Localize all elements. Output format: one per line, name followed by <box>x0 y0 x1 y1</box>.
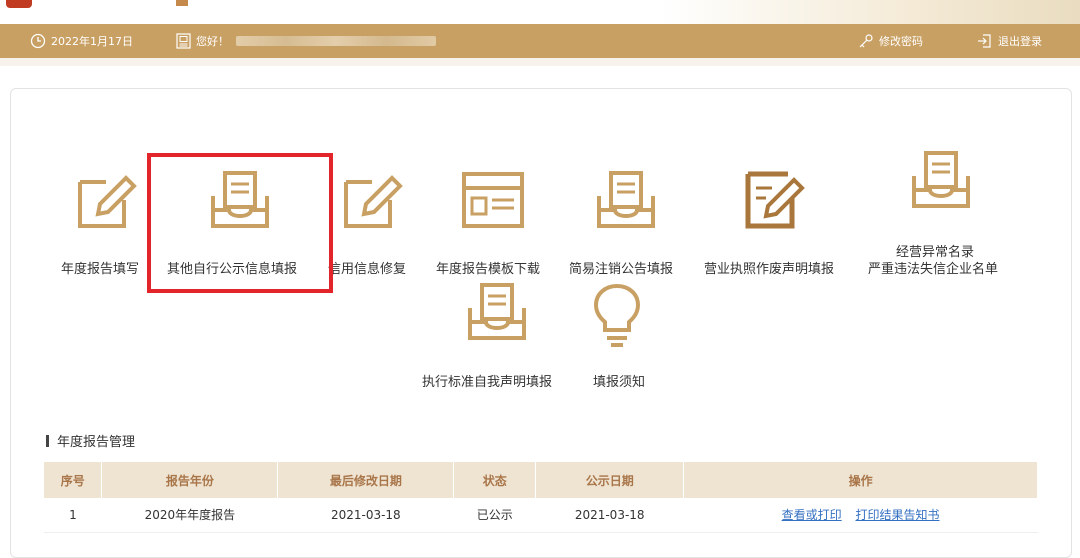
top-info-bar: 2022年1月17日 您好！ 修改密码 退出登录 <box>0 24 1080 58</box>
user-greeting: 您好！ <box>176 24 436 58</box>
logout-label: 退出登录 <box>998 35 1042 48</box>
tile-standard-self-declaration[interactable]: 执行标准自我声明填报 <box>420 282 575 392</box>
logout-link[interactable]: 退出登录 <box>976 24 1042 58</box>
date-display: 2022年1月17日 <box>30 24 133 58</box>
cell-actions: 查看或打印 打印结果告知书 <box>683 498 1038 533</box>
column-header: 最后修改日期 <box>277 462 455 498</box>
change-password-label: 修改密码 <box>879 35 923 48</box>
tile-template-download[interactable]: 年度报告模板下载 <box>432 170 557 277</box>
redacted-username <box>236 36 436 46</box>
tile-abnormal-list[interactable]: 经营异常名录 严重违法失信企业名单 <box>862 150 1032 280</box>
column-header: 操作 <box>683 462 1038 498</box>
id-card-icon <box>176 33 191 49</box>
section-title-text: 年度报告管理 <box>57 435 136 450</box>
edit-icon <box>344 175 403 228</box>
tile-label: 营业执照作废声明填报 <box>704 262 835 277</box>
clock-icon <box>30 33 46 49</box>
document-edit-icon <box>745 171 805 229</box>
highlight-box <box>147 153 333 293</box>
table-row: 1 2020年年度报告 2021-03-18 已公示 2021-03-18 查看… <box>44 498 1038 533</box>
cell-year: 2020年年度报告 <box>101 498 278 533</box>
inbox-icon <box>912 151 970 208</box>
banner-decoration <box>660 0 1080 24</box>
tile-label: 执行标准自我声明填报 <box>422 375 553 390</box>
tile-label: 简易注销公告填报 <box>569 262 674 277</box>
column-header: 序号 <box>44 462 103 498</box>
tile-label: 年度报告填写 <box>61 262 140 277</box>
section-marker <box>46 434 49 447</box>
tile-label: 填报须知 <box>593 375 646 390</box>
tile-simple-deregistration[interactable]: 简易注销公告填报 <box>565 170 690 277</box>
logo-fragment-2 <box>176 0 188 6</box>
greeting-text: 您好！ <box>196 35 229 48</box>
table-header-row: 序号 报告年份 最后修改日期 状态 公示日期 操作 <box>44 462 1038 498</box>
change-password-link[interactable]: 修改密码 <box>858 24 923 58</box>
view-print-link[interactable]: 查看或打印 <box>782 508 842 522</box>
column-header: 报告年份 <box>101 462 279 498</box>
logout-icon <box>978 34 991 48</box>
tile-license-void-statement[interactable]: 营业执照作废声明填报 <box>700 170 855 277</box>
print-result-notice-link[interactable]: 打印结果告知书 <box>855 508 939 522</box>
key-icon <box>859 34 873 48</box>
cell-status: 已公示 <box>453 498 536 533</box>
tile-filing-notice[interactable]: 填报须知 <box>585 282 665 392</box>
topbar-shadow <box>0 58 1080 66</box>
tile-credit-repair[interactable]: 信用信息修复 <box>322 170 432 277</box>
tile-label-line2: 严重违法失信企业名单 <box>868 262 999 277</box>
tile-label: 信用信息修复 <box>328 262 407 277</box>
annual-report-table: 序号 报告年份 最后修改日期 状态 公示日期 操作 1 2020年年度报告 20… <box>44 462 1038 533</box>
cell-no: 1 <box>44 498 102 533</box>
inbox-icon <box>597 171 655 228</box>
section-title: 年度报告管理 <box>46 431 135 450</box>
tile-label: 年度报告模板下载 <box>436 262 541 277</box>
cell-modified: 2021-03-18 <box>277 498 454 533</box>
cell-published: 2021-03-18 <box>535 498 684 533</box>
logo-fragment <box>6 0 32 8</box>
edit-icon <box>78 175 137 228</box>
inbox-icon <box>468 283 526 340</box>
template-icon <box>462 172 524 228</box>
column-header: 状态 <box>453 462 537 498</box>
top-banner <box>0 0 1080 24</box>
column-header: 公示日期 <box>535 462 685 498</box>
date-text: 2022年1月17日 <box>51 35 133 48</box>
lightbulb-icon <box>593 283 641 347</box>
